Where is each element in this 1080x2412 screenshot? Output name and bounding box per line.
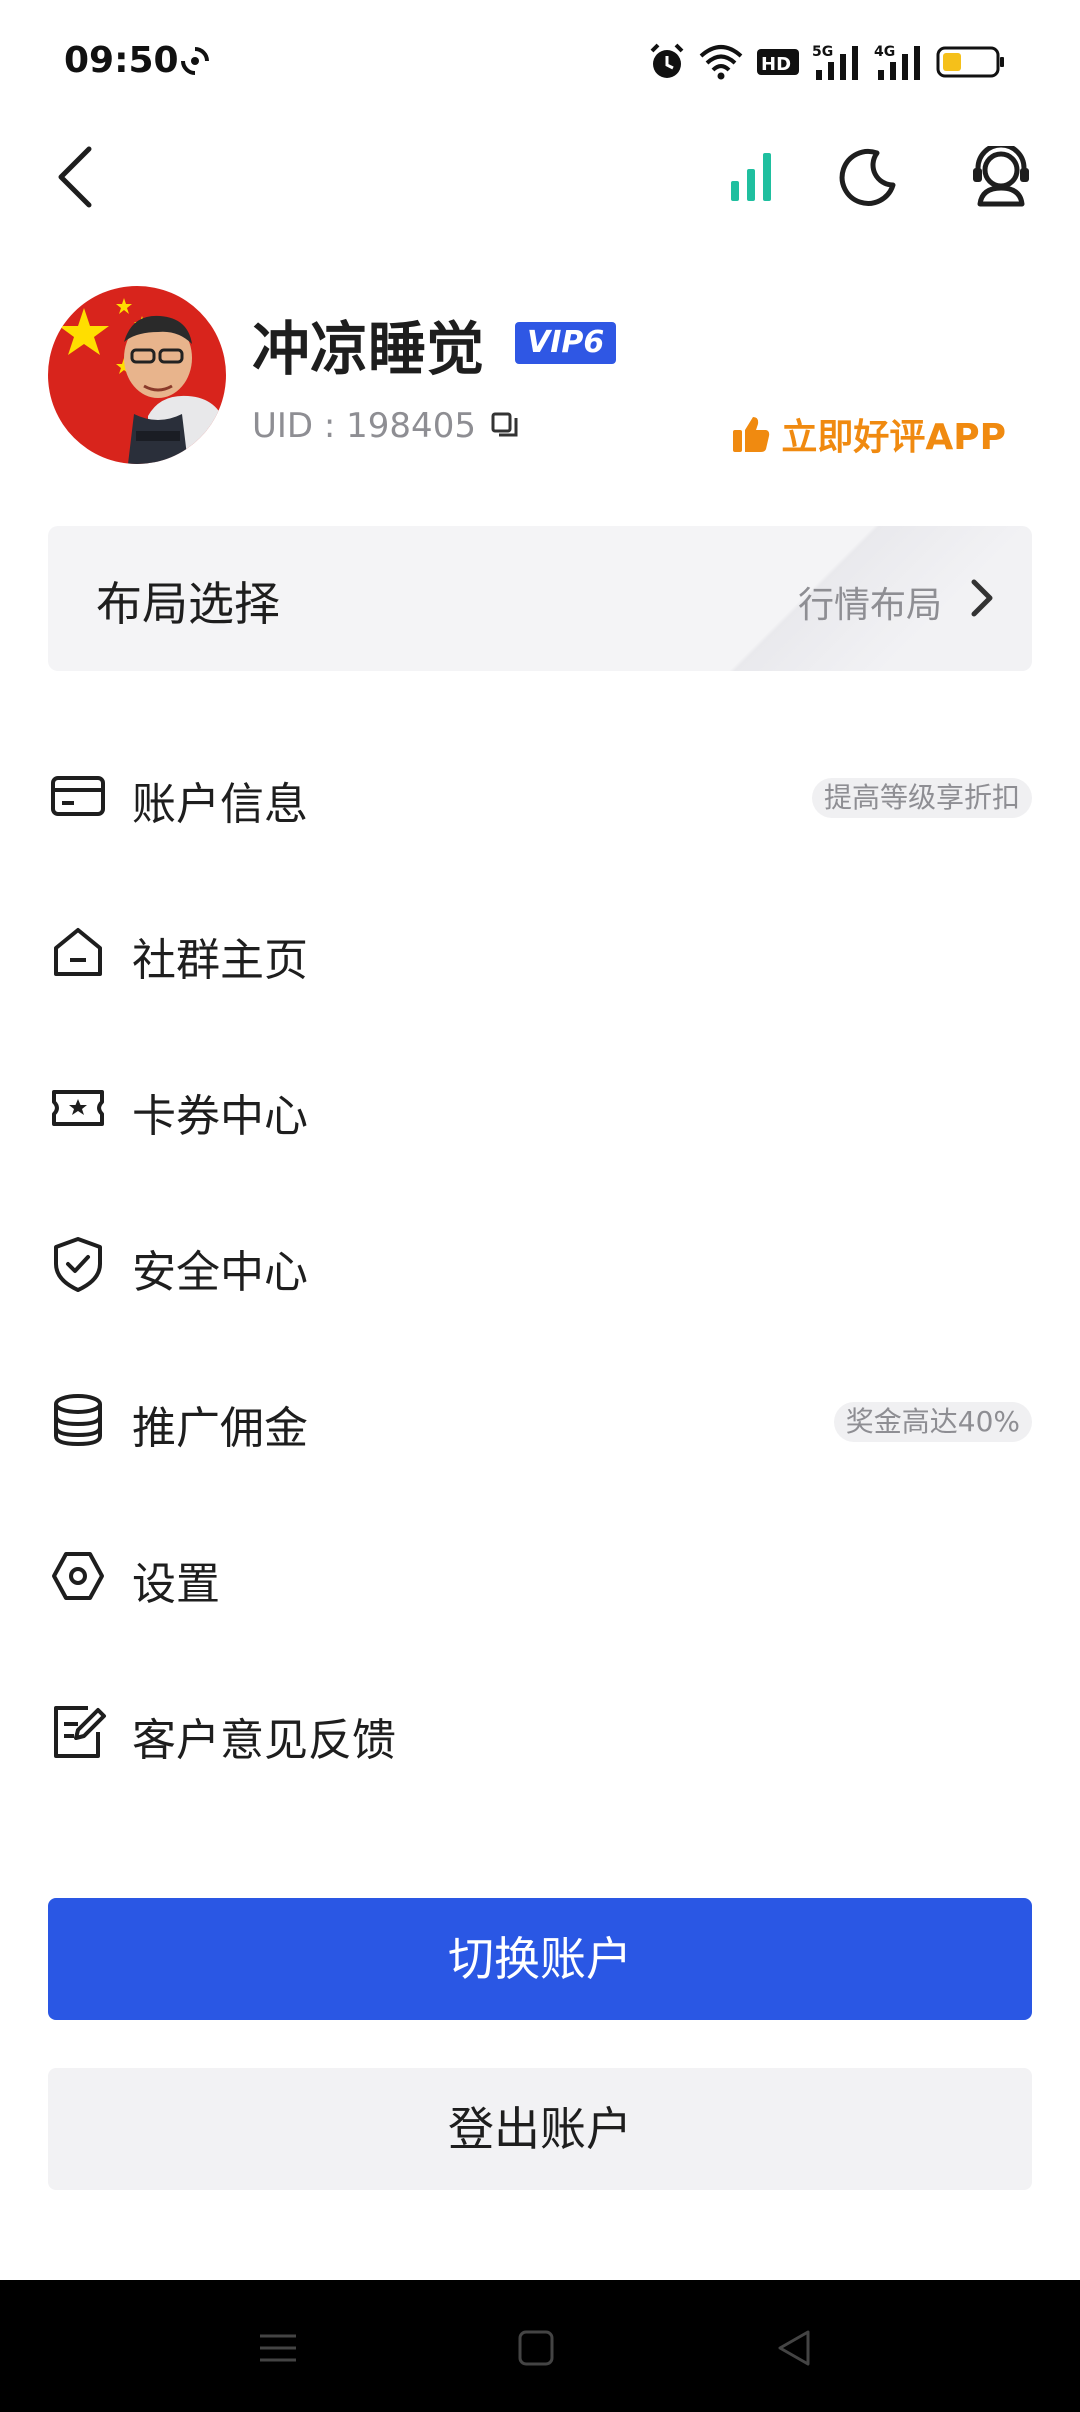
- uid-row: UID : 198405: [252, 406, 520, 446]
- market-signal-icon: [731, 153, 771, 201]
- avatar-image: [48, 286, 226, 464]
- menu-item-label: 设置: [132, 1559, 220, 1610]
- layout-select-value: 行情布局: [797, 585, 942, 626]
- logout-button[interactable]: 登出账户: [48, 2068, 1032, 2190]
- support-icon: [973, 146, 1029, 207]
- home-square-icon: [518, 2330, 554, 2366]
- uid-text: UID : 198405: [252, 406, 476, 446]
- ticket-icon: [52, 1090, 104, 1126]
- nav-menu-button[interactable]: [250, 2320, 306, 2376]
- menu-item-community[interactable]: 社群主页: [0, 874, 1080, 1030]
- vip-badge: VIP6: [515, 322, 617, 364]
- menu-item-tag: 提高等级享折扣: [811, 778, 1032, 818]
- wifi-icon: [699, 45, 743, 80]
- menu-item-feedback[interactable]: 客户意见反馈: [0, 1654, 1080, 1810]
- back-triangle-icon: [778, 2330, 810, 2366]
- signal-5g-label: 5G: [812, 44, 833, 60]
- alarm-icon: [650, 43, 684, 78]
- status-icons: HD 5G 4G: [648, 36, 1006, 88]
- rate-app-link[interactable]: 立即好评APP: [731, 408, 1006, 460]
- status-bar: 09:50 HD 5G 4G: [0, 0, 1080, 124]
- status-time: 09:50: [64, 40, 179, 81]
- menu-item-settings[interactable]: 设置: [0, 1498, 1080, 1654]
- hd-label: HD: [761, 54, 791, 75]
- coins-icon: [54, 1394, 102, 1447]
- signal-5g-icon: 5G: [812, 44, 858, 80]
- nav-home-button[interactable]: [508, 2320, 564, 2376]
- thumbs-up-icon: [733, 417, 770, 452]
- market-signal-button[interactable]: [716, 142, 786, 212]
- signal-4g-icon: 4G: [874, 44, 920, 80]
- menu-item-label: 账户信息: [132, 779, 308, 830]
- shield-icon: [54, 1237, 102, 1292]
- menu-item-commission[interactable]: 推广佣金 奖金高达40%: [0, 1342, 1080, 1498]
- hd-icon: HD: [757, 49, 799, 75]
- switch-account-button[interactable]: 切换账户: [48, 1898, 1032, 2020]
- back-icon: [58, 146, 92, 208]
- layout-select-card[interactable]: 布局选择 行情布局: [48, 526, 1032, 671]
- theme-toggle-button[interactable]: [834, 142, 904, 212]
- back-button[interactable]: [40, 140, 110, 214]
- menu-item-label: 安全中心: [132, 1247, 308, 1298]
- menu-item-account-info[interactable]: 账户信息 提高等级享折扣: [0, 718, 1080, 874]
- username: 冲凉睡觉: [252, 315, 485, 383]
- card-icon: [51, 776, 105, 816]
- system-nav-bar: [0, 2280, 1080, 2412]
- customer-service-button[interactable]: [966, 142, 1036, 212]
- sync-icon: [181, 47, 209, 75]
- menu-icon: [260, 2334, 296, 2362]
- signal-4g-label: 4G: [874, 44, 895, 60]
- menu-item-security[interactable]: 安全中心: [0, 1186, 1080, 1342]
- rate-app-label: 立即好评APP: [781, 417, 1006, 458]
- feedback-icon: [54, 1706, 106, 1758]
- top-bar: [0, 124, 1080, 224]
- profile-section: 冲凉睡觉 VIP6 UID : 198405 立即好评APP: [0, 280, 1080, 480]
- chevron-right-icon: [971, 579, 993, 617]
- moon-icon: [839, 148, 896, 206]
- menu-item-coupons[interactable]: 卡券中心: [0, 1030, 1080, 1186]
- menu-item-label: 客户意见反馈: [132, 1715, 396, 1766]
- menu-list: 账户信息 提高等级享折扣 社群主页 卡券中心 安全中心 推广佣金 奖金高达40%: [0, 718, 1080, 1810]
- menu-item-tag: 奖金高达40%: [833, 1402, 1032, 1442]
- menu-item-label: 社群主页: [132, 935, 308, 986]
- menu-item-label: 卡券中心: [132, 1091, 308, 1142]
- gear-icon: [52, 1552, 104, 1600]
- home-icon: [54, 928, 102, 976]
- nav-back-button[interactable]: [766, 2320, 822, 2376]
- avatar[interactable]: [48, 286, 226, 464]
- copy-icon[interactable]: [490, 411, 520, 441]
- battery-icon: [936, 46, 1004, 78]
- layout-select-title: 布局选择: [96, 577, 280, 631]
- menu-item-label: 推广佣金: [132, 1403, 308, 1454]
